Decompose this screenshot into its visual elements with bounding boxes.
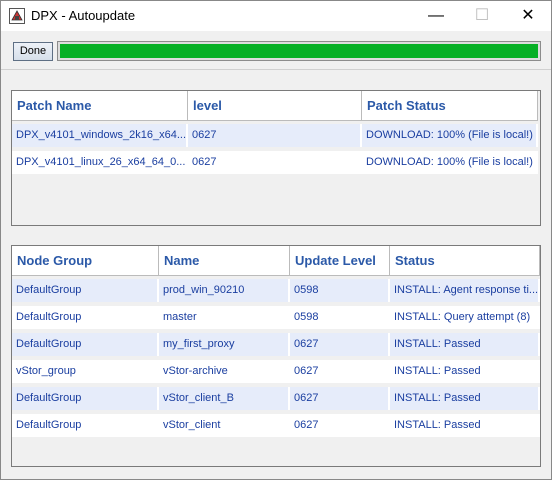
- node-name-cell: vStor_client: [159, 414, 290, 437]
- close-button[interactable]: ✕: [505, 1, 551, 31]
- node-group-cell: DefaultGroup: [12, 414, 159, 437]
- node-group-cell: DefaultGroup: [12, 387, 159, 410]
- patch-table-header: Patch Name level Patch Status: [12, 91, 538, 121]
- node-group-cell: DefaultGroup: [12, 333, 159, 356]
- level-cell: 0627: [188, 151, 362, 174]
- progress-fill: [60, 44, 538, 58]
- patch-status-cell: DOWNLOAD: 100% (File is local!): [362, 124, 538, 147]
- node-name-cell: master: [159, 306, 290, 329]
- patch-name-cell: DPX_v4101_windows_2k16_x64...: [12, 124, 188, 147]
- column-header-node-group[interactable]: Node Group: [12, 246, 159, 276]
- status-cell: INSTALL: Passed: [390, 414, 540, 437]
- table-row[interactable]: vStor_group vStor-archive 0627 INSTALL: …: [12, 358, 540, 385]
- patch-table-body: DPX_v4101_windows_2k16_x64... 0627 DOWNL…: [12, 122, 538, 176]
- update-level-cell: 0627: [290, 387, 390, 410]
- autoupdate-window: DPX - Autoupdate — ☐ ✕ Done Patch Name l…: [0, 0, 552, 480]
- column-header-patch-status[interactable]: Patch Status: [362, 91, 538, 121]
- patch-status-cell: DOWNLOAD: 100% (File is local!): [362, 151, 538, 174]
- column-header-patch-name[interactable]: Patch Name: [12, 91, 188, 121]
- column-header-update-level[interactable]: Update Level: [290, 246, 390, 276]
- update-level-cell: 0627: [290, 360, 390, 383]
- table-row[interactable]: DefaultGroup prod_win_90210 0598 INSTALL…: [12, 277, 540, 304]
- maximize-button[interactable]: ☐: [459, 1, 505, 31]
- status-cell: INSTALL: Passed: [390, 387, 540, 410]
- patch-name-cell: DPX_v4101_linux_26_x64_64_0...: [12, 151, 188, 174]
- title-bar: DPX - Autoupdate — ☐ ✕: [1, 1, 551, 31]
- status-cell: INSTALL: Passed: [390, 333, 540, 356]
- column-header-level[interactable]: level: [188, 91, 362, 121]
- node-table-body: DefaultGroup prod_win_90210 0598 INSTALL…: [12, 277, 540, 439]
- status-cell: INSTALL: Passed: [390, 360, 540, 383]
- column-header-status[interactable]: Status: [390, 246, 540, 276]
- level-cell: 0627: [188, 124, 362, 147]
- update-level-cell: 0598: [290, 306, 390, 329]
- divider: [1, 69, 551, 70]
- node-table: Node Group Name Update Level Status Defa…: [11, 245, 541, 467]
- node-table-header: Node Group Name Update Level Status: [12, 246, 540, 276]
- status-cell: INSTALL: Agent response ti...: [390, 279, 540, 302]
- node-name-cell: vStor-archive: [159, 360, 290, 383]
- node-name-cell: prod_win_90210: [159, 279, 290, 302]
- node-group-cell: vStor_group: [12, 360, 159, 383]
- node-group-cell: DefaultGroup: [12, 306, 159, 329]
- minimize-button[interactable]: —: [413, 1, 459, 31]
- table-row[interactable]: DPX_v4101_windows_2k16_x64... 0627 DOWNL…: [12, 122, 538, 149]
- update-level-cell: 0598: [290, 279, 390, 302]
- node-name-cell: my_first_proxy: [159, 333, 290, 356]
- patch-table: Patch Name level Patch Status DPX_v4101_…: [11, 90, 541, 226]
- status-cell: INSTALL: Query attempt (8): [390, 306, 540, 329]
- table-row[interactable]: DefaultGroup master 0598 INSTALL: Query …: [12, 304, 540, 331]
- app-icon: [9, 8, 25, 24]
- update-level-cell: 0627: [290, 414, 390, 437]
- column-header-name[interactable]: Name: [159, 246, 290, 276]
- window-title: DPX - Autoupdate: [31, 8, 136, 23]
- table-row[interactable]: DefaultGroup vStor_client_B 0627 INSTALL…: [12, 385, 540, 412]
- update-level-cell: 0627: [290, 333, 390, 356]
- node-group-cell: DefaultGroup: [12, 279, 159, 302]
- node-name-cell: vStor_client_B: [159, 387, 290, 410]
- done-button[interactable]: Done: [13, 42, 53, 61]
- table-row[interactable]: DPX_v4101_linux_26_x64_64_0... 0627 DOWN…: [12, 149, 538, 176]
- table-row[interactable]: DefaultGroup vStor_client 0627 INSTALL: …: [12, 412, 540, 439]
- progress-bar: [57, 41, 541, 61]
- table-row[interactable]: DefaultGroup my_first_proxy 0627 INSTALL…: [12, 331, 540, 358]
